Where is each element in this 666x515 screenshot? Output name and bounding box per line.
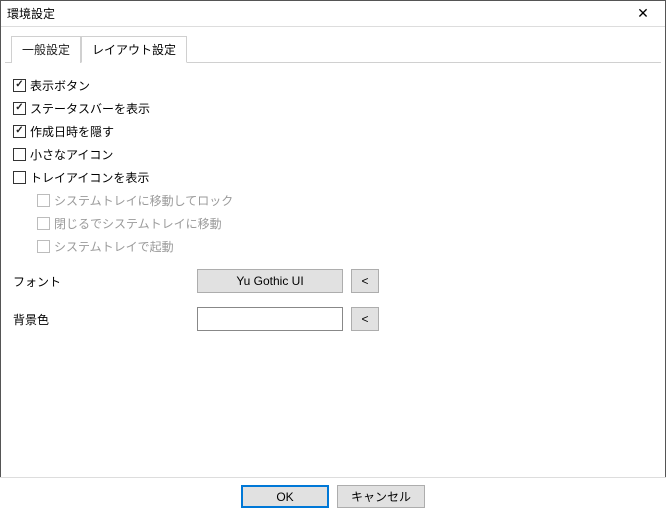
check-label: システムトレイに移動してロック [54, 192, 233, 209]
tab-general[interactable]: 一般設定 [11, 36, 81, 63]
checkbox-icon [13, 102, 26, 115]
checkbox-icon [13, 125, 26, 138]
check-tray-move-lock: システムトレイに移動してロック [11, 192, 655, 209]
check-show-statusbar[interactable]: ステータスバーを表示 [11, 100, 655, 117]
check-small-icons[interactable]: 小さなアイコン [11, 146, 655, 163]
check-show-button[interactable]: 表示ボタン [11, 77, 655, 94]
font-row: フォント Yu Gothic UI < [11, 269, 655, 293]
check-label: 作成日時を隠す [30, 123, 114, 140]
bgcolor-row: 背景色 < [11, 307, 655, 331]
checkbox-icon [13, 148, 26, 161]
check-tray-move-close: 閉じるでシステムトレイに移動 [11, 215, 655, 232]
ok-button[interactable]: OK [241, 485, 329, 508]
close-button[interactable]: ✕ [621, 1, 665, 27]
checkbox-icon [37, 194, 50, 207]
check-label: 表示ボタン [30, 77, 90, 94]
check-label: ステータスバーを表示 [30, 100, 150, 117]
font-button[interactable]: Yu Gothic UI [197, 269, 343, 293]
check-label: システムトレイで起動 [54, 238, 174, 255]
titlebar: 環境設定 ✕ [1, 1, 665, 27]
tab-layout[interactable]: レイアウト設定 [81, 36, 187, 63]
check-label: 小さなアイコン [30, 146, 113, 163]
tabstrip: 一般設定 レイアウト設定 [5, 29, 661, 63]
checkbox-icon [13, 171, 26, 184]
check-tray-start: システムトレイで起動 [11, 238, 655, 255]
check-show-tray-icon[interactable]: トレイアイコンを表示 [11, 169, 655, 186]
font-label: フォント [13, 273, 197, 290]
window-title: 環境設定 [7, 5, 55, 22]
close-icon: ✕ [637, 5, 649, 22]
dialog-footer: OK キャンセル [0, 477, 666, 515]
checkbox-icon [37, 217, 50, 230]
bgcolor-reset-button[interactable]: < [351, 307, 379, 331]
bgcolor-label: 背景色 [13, 311, 197, 328]
font-reset-button[interactable]: < [351, 269, 379, 293]
check-label: 閉じるでシステムトレイに移動 [54, 215, 222, 232]
tab-content-layout: 表示ボタン ステータスバーを表示 作成日時を隠す 小さなアイコン トレイアイコン… [1, 63, 665, 341]
checkbox-icon [13, 79, 26, 92]
checkbox-icon [37, 240, 50, 253]
check-hide-created-date[interactable]: 作成日時を隠す [11, 123, 655, 140]
bgcolor-field[interactable] [197, 307, 343, 331]
check-label: トレイアイコンを表示 [30, 169, 149, 186]
cancel-button[interactable]: キャンセル [337, 485, 425, 508]
